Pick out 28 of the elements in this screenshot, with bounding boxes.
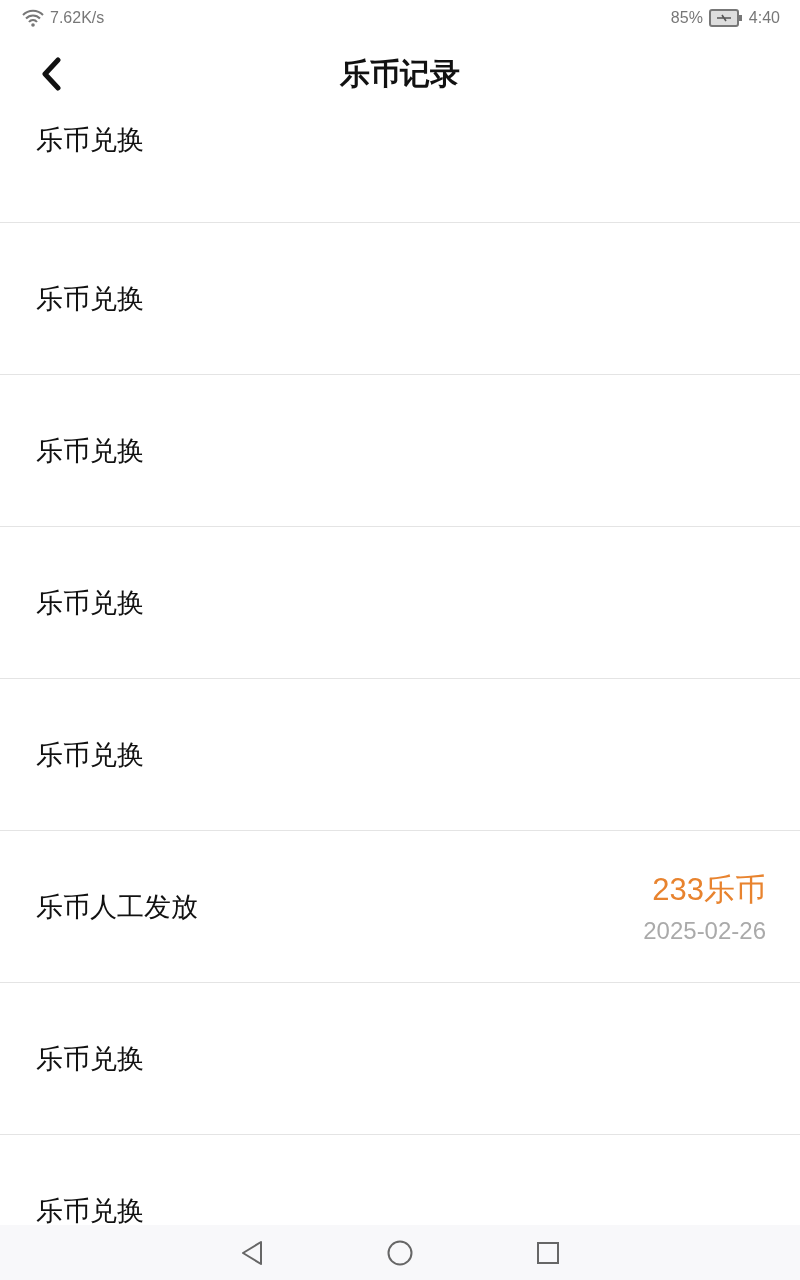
record-title: 乐币兑换: [36, 433, 144, 468]
clock-time: 4:40: [748, 9, 780, 27]
record-title: 乐币兑换: [36, 585, 144, 620]
circle-home-icon: [387, 1239, 413, 1266]
record-row[interactable]: 乐币兑换: [0, 983, 800, 1135]
home-nav-button[interactable]: [386, 1238, 414, 1267]
network-speed: 7.62K/s: [50, 9, 105, 27]
wifi-icon: [22, 9, 44, 27]
record-title: 乐币兑换: [36, 1193, 144, 1225]
page-title: 乐币记录: [339, 54, 461, 93]
record-row[interactable]: 乐币兑换: [0, 112, 800, 223]
record-title: 乐币兑换: [36, 737, 144, 772]
record-amount: 233乐币: [652, 870, 766, 909]
record-row[interactable]: 乐币兑换: [0, 375, 800, 527]
battery-level: 85%: [670, 9, 703, 27]
record-row[interactable]: 乐币人工发放 233乐币 2025-02-26: [0, 831, 800, 983]
record-row[interactable]: 乐币兑换: [0, 679, 800, 831]
record-title: 乐币兑换: [36, 281, 144, 316]
square-recents-icon: [537, 1241, 559, 1264]
battery-charging-icon: [708, 9, 743, 27]
record-date: 2025-02-26: [643, 916, 766, 945]
record-row[interactable]: 乐币兑换: [0, 223, 800, 375]
record-row[interactable]: 乐币兑换: [0, 527, 800, 679]
back-icon: [41, 57, 61, 91]
record-title: 乐币兑换: [36, 1041, 144, 1076]
record-title: 乐币兑换: [36, 123, 144, 157]
triangle-back-icon: [240, 1239, 264, 1266]
record-title: 乐币人工发放: [36, 889, 198, 924]
